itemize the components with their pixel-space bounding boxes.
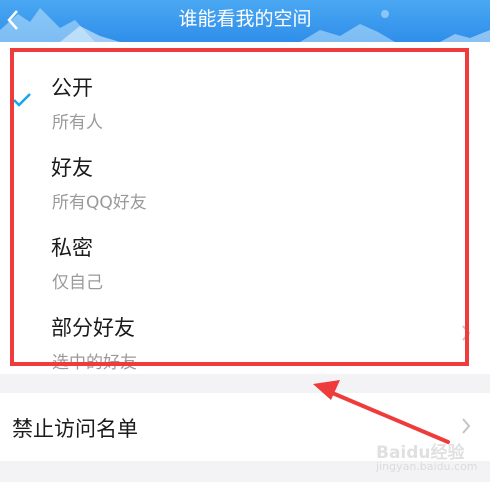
option-friends[interactable]: 好友 所有QQ好友 [0, 134, 490, 214]
title-bar: 谁能看我的空间 [0, 0, 490, 42]
option-title: 部分好友 [51, 316, 135, 340]
option-some-friends[interactable]: 部分好友 选中的好友 [0, 294, 490, 374]
chevron-right-icon [462, 325, 471, 341]
option-subtitle: 所有人 [52, 113, 103, 133]
visibility-options-list: 公开 所有人 好友 所有QQ好友 私密 仅自己 部分好友 选中的好友 [0, 42, 490, 374]
section-divider [0, 374, 490, 393]
option-subtitle: 所有QQ好友 [52, 193, 147, 213]
option-subtitle: 选中的好友 [52, 353, 137, 373]
blocked-list-label: 禁止访问名单 [12, 417, 138, 441]
page-title: 谁能看我的空间 [178, 8, 312, 30]
checkmark-icon [13, 93, 31, 107]
chevron-right-icon [462, 418, 471, 434]
option-title: 公开 [51, 76, 93, 100]
option-private[interactable]: 私密 仅自己 [0, 214, 490, 294]
option-title: 私密 [51, 236, 93, 260]
watermark-url: jingyan.baidu.com [376, 460, 478, 473]
option-public[interactable]: 公开 所有人 [0, 54, 490, 134]
option-subtitle: 仅自己 [52, 273, 103, 293]
baidu-watermark: Baidu经验 jingyan.baidu.com [370, 438, 490, 478]
option-title: 好友 [51, 156, 93, 180]
